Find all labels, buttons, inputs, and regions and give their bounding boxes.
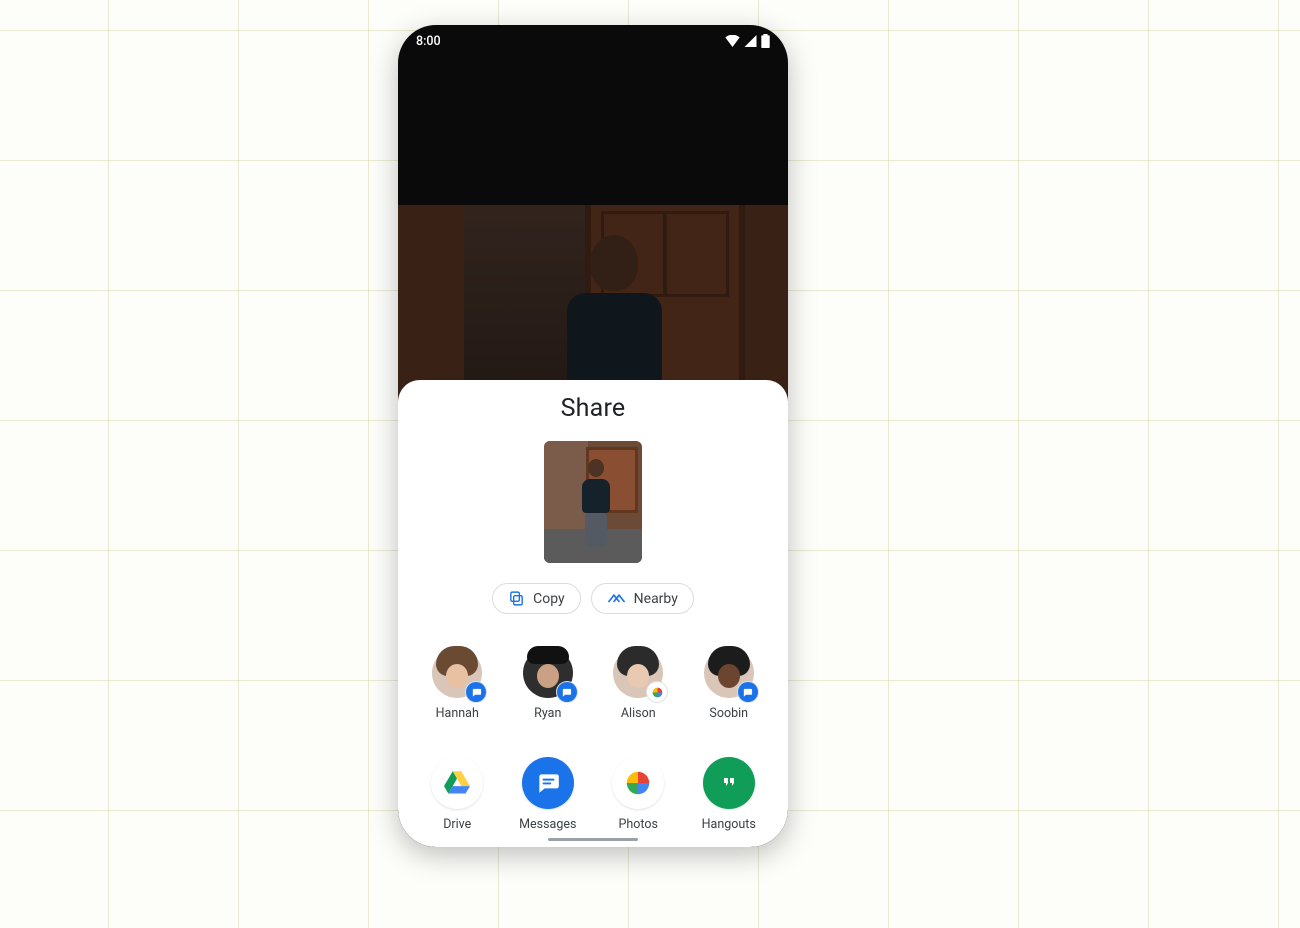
copy-button[interactable]: Copy (492, 583, 581, 614)
battery-icon (761, 34, 770, 48)
contact-name: Hannah (436, 706, 479, 721)
home-indicator[interactable] (548, 838, 638, 841)
copy-icon (508, 590, 525, 607)
avatar (704, 648, 754, 698)
share-app-messages[interactable]: Messages (508, 757, 588, 832)
photos-icon (612, 757, 664, 809)
cell-signal-icon (744, 35, 757, 47)
messages-badge-icon (466, 682, 486, 702)
share-app-photos[interactable]: Photos (598, 757, 678, 832)
contact-name: Ryan (534, 706, 561, 721)
nearby-button[interactable]: Nearby (591, 583, 694, 614)
background-photo (398, 205, 788, 405)
share-action-chips: Copy Nearby (398, 583, 788, 614)
avatar (432, 648, 482, 698)
copy-label: Copy (533, 591, 565, 607)
messages-badge-icon (557, 682, 577, 702)
app-label: Hangouts (702, 817, 756, 832)
share-preview-thumbnail[interactable] (544, 441, 642, 563)
wifi-icon (725, 35, 740, 47)
app-label: Photos (619, 817, 658, 832)
share-target-ryan[interactable]: Ryan (508, 648, 588, 721)
status-bar: 8:00 (398, 25, 788, 57)
share-sheet-title: Share (398, 394, 788, 423)
hangouts-icon (703, 757, 755, 809)
share-app-drive[interactable]: Drive (417, 757, 497, 832)
share-apps-row: Drive Messages Photos Hangouts (398, 739, 788, 847)
avatar (523, 648, 573, 698)
share-target-hannah[interactable]: Hannah (417, 648, 497, 721)
avatar (613, 648, 663, 698)
status-icons (725, 34, 770, 48)
messages-badge-icon (738, 682, 758, 702)
phone-frame: 8:00 Share Copy (398, 25, 788, 847)
share-target-alison[interactable]: Alison (598, 648, 678, 721)
app-label: Messages (519, 817, 576, 832)
share-app-hangouts[interactable]: Hangouts (689, 757, 769, 832)
drive-icon (431, 757, 483, 809)
share-sheet: Share Copy Nearby (398, 380, 788, 847)
share-target-soobin[interactable]: Soobin (689, 648, 769, 721)
app-label: Drive (443, 817, 471, 832)
messages-icon (522, 757, 574, 809)
nearby-share-icon (607, 592, 626, 606)
contact-name: Alison (621, 706, 656, 721)
share-contacts-row: Hannah Ryan Alison (398, 630, 788, 739)
contact-name: Soobin (709, 706, 748, 721)
nearby-label: Nearby (634, 591, 678, 607)
photos-badge-icon (647, 682, 667, 702)
status-time: 8:00 (416, 34, 441, 49)
